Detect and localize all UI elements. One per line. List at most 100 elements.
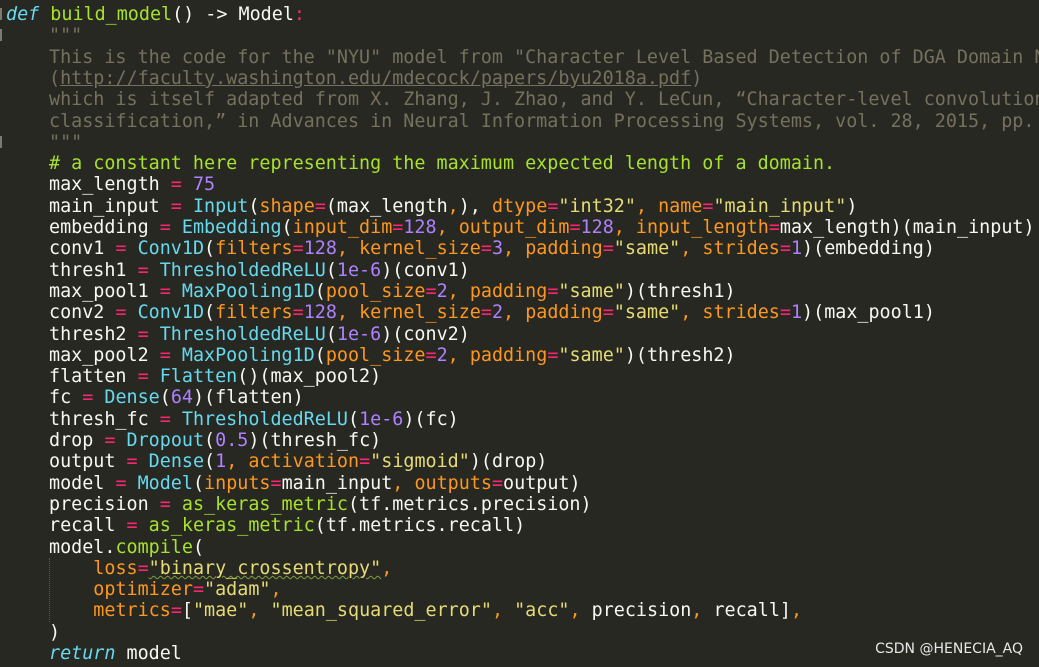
code-token: ( bbox=[204, 451, 216, 473]
code-token: = bbox=[768, 217, 780, 238]
code-token: ( bbox=[314, 344, 326, 366]
code-token: 64 bbox=[170, 387, 193, 409]
code-token: ThresholdedReLU bbox=[159, 323, 326, 345]
code-line[interactable]: embedding = Embedding(input_dim=128, out… bbox=[0, 217, 1039, 238]
code-token: = bbox=[82, 387, 94, 409]
code-token: main_input bbox=[49, 195, 171, 217]
code-text: thresh1 = ThresholdedReLU(1e-6)(conv1) bbox=[49, 260, 470, 281]
code-line[interactable]: max_pool1 = MaxPooling1D(pool_size=2, pa… bbox=[0, 281, 1039, 302]
code-token: output_dim bbox=[458, 217, 570, 238]
code-token: = bbox=[137, 366, 149, 388]
code-token: = bbox=[491, 472, 504, 494]
fold-marker-icon[interactable] bbox=[0, 8, 8, 20]
fold-marker-icon[interactable] bbox=[0, 29, 8, 42]
code-line[interactable]: thresh_fc = ThresholdedReLU(1e-6)(fc) bbox=[0, 409, 1039, 430]
code-line[interactable]: which is itself adapted from X. Zhang, J… bbox=[0, 89, 1039, 110]
code-token: = bbox=[779, 302, 791, 324]
code-token: kernel_size bbox=[359, 238, 481, 260]
code-token: = bbox=[569, 217, 581, 238]
code-token: , bbox=[503, 238, 526, 260]
code-text: classification,” in Advances in Neural I… bbox=[49, 111, 1034, 132]
code-token: = bbox=[425, 280, 437, 302]
code-text: model.compile( bbox=[49, 537, 204, 558]
code-token: ThresholdedReLU bbox=[159, 259, 326, 281]
code-line[interactable]: ) bbox=[0, 622, 1039, 643]
code-line[interactable]: metrics=["mae", "mean_squared_error", "a… bbox=[0, 600, 1039, 621]
code-token: conv2 bbox=[49, 302, 116, 324]
code-token: "adam" bbox=[204, 579, 271, 601]
code-token: , bbox=[436, 217, 459, 238]
code-line[interactable]: output = Dense(1, activation="sigmoid")(… bbox=[0, 451, 1039, 472]
code-token: )(flatten) bbox=[192, 387, 304, 409]
code-token: Flatten bbox=[159, 366, 238, 388]
code-token: ( bbox=[204, 238, 216, 260]
code-token: 128 bbox=[580, 217, 614, 238]
code-token: ( bbox=[159, 387, 171, 409]
code-token: as_keras_metric bbox=[181, 493, 348, 515]
code-editor[interactable]: def build_model() -> Model: """ This is th… bbox=[0, 0, 1039, 667]
code-line[interactable]: max_length = 75 bbox=[0, 174, 1039, 195]
code-token: input_dim bbox=[292, 217, 393, 238]
code-token: """ bbox=[49, 131, 83, 153]
code-token: output bbox=[49, 451, 127, 473]
code-line[interactable]: thresh2 = ThresholdedReLU(1e-6)(conv2) bbox=[0, 324, 1039, 345]
code-token: = bbox=[115, 472, 127, 494]
code-token: (tf.metrics.recall) bbox=[314, 515, 526, 537]
code-line[interactable]: model = Model(inputs=main_input, outputs… bbox=[0, 473, 1039, 494]
code-token: = bbox=[547, 344, 559, 366]
code-token: , bbox=[503, 302, 526, 324]
code-token: ), bbox=[458, 195, 492, 217]
code-line[interactable]: thresh1 = ThresholdedReLU(1e-6)(conv1) bbox=[0, 260, 1039, 281]
code-line[interactable]: max_pool2 = MaxPooling1D(pool_size=2, pa… bbox=[0, 345, 1039, 366]
code-line[interactable]: model.compile( bbox=[0, 537, 1039, 558]
code-line[interactable]: fc = Dense(64)(flatten) bbox=[0, 387, 1039, 408]
code-line[interactable]: def build_model() -> Model: bbox=[0, 4, 1039, 25]
code-token: conv1 bbox=[49, 238, 116, 260]
code-token: embedding bbox=[49, 217, 160, 238]
code-line[interactable]: main_input = Input(shape=(max_length,), … bbox=[0, 196, 1039, 217]
code-line[interactable]: flatten = Flatten()(max_pool2) bbox=[0, 366, 1039, 387]
code-token: pool_size bbox=[325, 344, 426, 366]
code-line[interactable]: recall = as_keras_metric(tf.metrics.reca… bbox=[0, 515, 1039, 536]
code-token: )(thresh1) bbox=[624, 280, 736, 302]
code-token: which is itself adapted from X. Zhang, J… bbox=[49, 89, 1039, 111]
code-line[interactable]: loss="binary_crossentropy", bbox=[0, 558, 1039, 579]
code-token: 128 bbox=[303, 302, 337, 324]
code-token: )(thresh_fc) bbox=[248, 430, 382, 451]
code-line[interactable]: conv2 = Conv1D(filters=128, kernel_size=… bbox=[0, 302, 1039, 323]
code-token: = bbox=[602, 302, 614, 324]
code-token: 1 bbox=[790, 302, 803, 324]
fold-marker-icon[interactable] bbox=[0, 135, 8, 148]
code-line[interactable]: classification,” in Advances in Neural I… bbox=[0, 111, 1039, 132]
code-text: recall = as_keras_metric(tf.metrics.reca… bbox=[49, 515, 525, 536]
code-line[interactable]: drop = Dropout(0.5)(thresh_fc) bbox=[0, 430, 1039, 451]
code-token: [ bbox=[181, 600, 193, 622]
code-token: model. bbox=[49, 536, 116, 558]
code-token: drop bbox=[49, 430, 105, 451]
code-text: """ bbox=[49, 132, 82, 153]
code-token: ( bbox=[248, 195, 260, 217]
code-line[interactable]: """ bbox=[0, 25, 1039, 46]
code-token: ) bbox=[691, 67, 703, 89]
code-line[interactable]: This is the code for the "NYU" model fro… bbox=[0, 47, 1039, 68]
code-line[interactable]: precision = as_keras_metric(tf.metrics.p… bbox=[0, 494, 1039, 515]
code-token: Dense bbox=[148, 451, 205, 473]
code-token: , bbox=[336, 238, 360, 260]
code-line[interactable]: """ bbox=[0, 132, 1039, 153]
code-line[interactable]: conv1 = Conv1D(filters=128, kernel_size=… bbox=[0, 238, 1039, 259]
code-token: "same" bbox=[613, 238, 681, 260]
code-token: "main_input" bbox=[713, 195, 847, 217]
code-text: embedding = Embedding(input_dim=128, out… bbox=[49, 217, 1035, 238]
code-token: ( bbox=[204, 430, 216, 451]
code-token: = bbox=[137, 259, 149, 281]
code-token: "same" bbox=[558, 344, 625, 366]
code-line[interactable]: (http://faculty.washington.edu/mdecock/p… bbox=[0, 68, 1039, 89]
code-line[interactable]: # a constant here representing the maxim… bbox=[0, 153, 1039, 174]
code-line[interactable]: optimizer="adam", bbox=[0, 579, 1039, 600]
